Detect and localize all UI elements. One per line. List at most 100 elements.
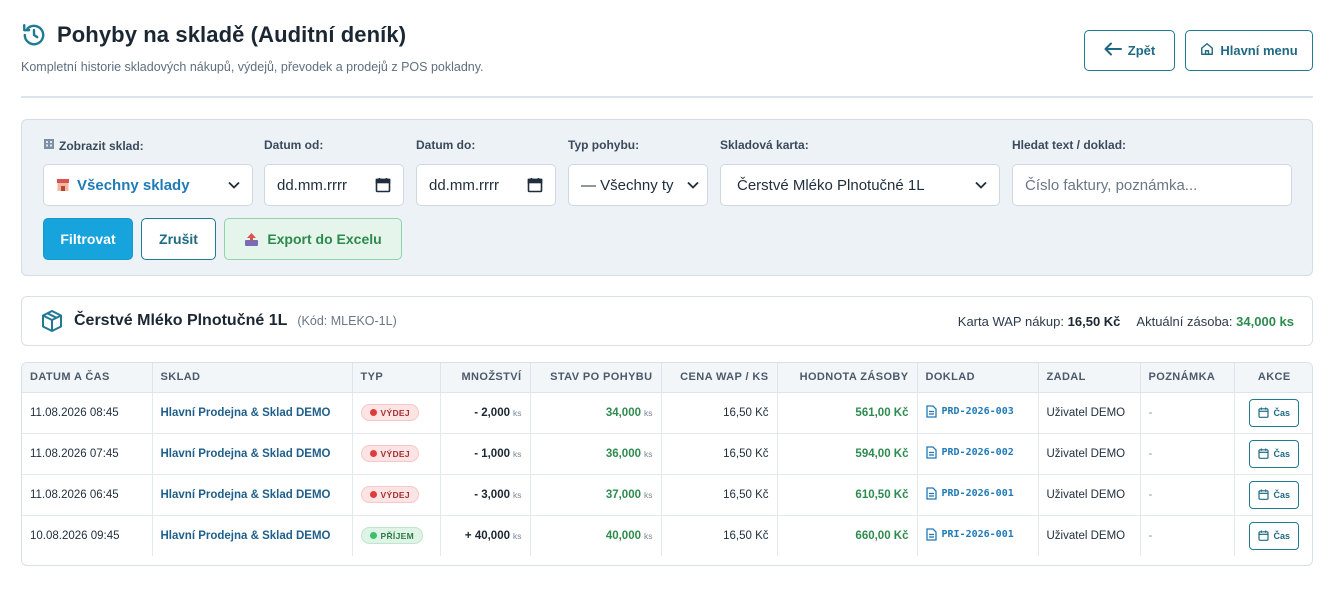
cell-quantity: - 2,000 ks [440, 392, 531, 434]
document-icon [925, 486, 937, 500]
filter-button[interactable]: Filtrovat [43, 218, 133, 260]
store-link[interactable]: Hlavní Prodejna & Sklad DEMO [161, 530, 331, 542]
stock-card-value: Čerstvé Mléko Plnotučné 1L [737, 176, 925, 194]
calendar-icon[interactable] [527, 177, 543, 193]
main-menu-button[interactable]: Hlavní menu [1185, 30, 1313, 71]
status-dot-icon [369, 409, 377, 416]
unit-label: ks [513, 448, 522, 459]
col-header-note[interactable]: POZNÁMKA [1140, 363, 1235, 393]
type-badge: VÝDEJ [360, 404, 419, 421]
col-header-store[interactable]: SKLAD [152, 363, 353, 393]
type-badge-label: PŘÍJEM [380, 530, 414, 541]
date-from-label: Datum od: [264, 138, 324, 152]
cancel-button[interactable]: Zrušit [141, 218, 216, 260]
time-action-button[interactable]: Čas [1249, 398, 1300, 427]
home-icon [1200, 42, 1214, 59]
col-header-datetime[interactable]: DATUM A ČAS [22, 363, 153, 393]
date-from-input[interactable]: dd.mm.rrrr [264, 164, 404, 206]
stock-value-amount: 660,00 Kč [855, 529, 909, 542]
unit-label: ks [644, 530, 653, 541]
cell-type: VÝDEJ [352, 433, 441, 475]
stock-label: Aktuální zásoba: [1136, 313, 1233, 329]
cell-note: - [1140, 474, 1235, 516]
cell-balance: 36,000 ks [530, 433, 662, 475]
upload-icon [244, 232, 259, 247]
export-excel-button[interactable]: Export do Excelu [224, 218, 402, 260]
quantity-value: + 40,000 [464, 529, 510, 542]
document-link[interactable]: PRD-2026-001 [925, 486, 1014, 500]
back-button[interactable]: Zpět [1084, 30, 1175, 71]
store-link[interactable]: Hlavní Prodejna & Sklad DEMO [161, 407, 331, 419]
stock-card-label: Skladová karta: [720, 138, 809, 152]
store-select[interactable]: Všechny sklady [43, 164, 253, 206]
date-from-value: dd.mm.rrrr [277, 176, 347, 194]
cell-note: - [1140, 392, 1235, 434]
document-number: PRD-2026-003 [941, 405, 1014, 417]
export-button-label: Export do Excelu [267, 231, 382, 247]
main-menu-label: Hlavní menu [1220, 43, 1298, 58]
calendar-icon [1258, 448, 1270, 459]
document-link[interactable]: PRI-2026-001 [925, 528, 1014, 541]
time-action-label: Čas [1273, 530, 1290, 541]
store-link[interactable]: Hlavní Prodejna & Sklad DEMO [161, 489, 331, 501]
store-link[interactable]: Hlavní Prodejna & Sklad DEMO [161, 448, 331, 460]
col-header-document[interactable]: DOKLAD [917, 363, 1039, 393]
document-link[interactable]: PRD-2026-003 [925, 404, 1014, 418]
col-header-wap[interactable]: CENA WAP / KS [661, 363, 778, 393]
date-to-label: Datum do: [416, 138, 476, 152]
document-icon [925, 528, 937, 541]
col-header-value[interactable]: HODNOTA ZÁSOBY [777, 363, 918, 393]
cell-type: VÝDEJ [352, 392, 441, 434]
unit-label: ks [644, 489, 653, 500]
store-filter-label-text: Zobrazit sklad: [59, 138, 144, 153]
document-number: PRI-2026-001 [941, 528, 1014, 540]
col-header-quantity[interactable]: MNOŽSTVÍ [440, 363, 531, 393]
cell-balance: 40,000 ks [530, 515, 662, 556]
time-action-button[interactable]: Čas [1249, 521, 1300, 550]
col-header-actions: AKCE [1234, 363, 1312, 393]
movement-type-select[interactable]: — Všechny ty [568, 164, 708, 206]
type-badge: VÝDEJ [360, 445, 419, 462]
cell-wap: 16,50 Kč [661, 515, 778, 556]
store-filter-label: Zobrazit sklad: [43, 138, 144, 153]
cell-quantity: + 40,000 ks [440, 515, 531, 556]
filter-panel: Zobrazit sklad: Všechny sklady Datum od:… [21, 119, 1313, 276]
status-dot-icon [369, 491, 377, 498]
cell-value: 594,00 Kč [777, 433, 918, 475]
cell-quantity: - 3,000 ks [440, 474, 531, 516]
balance-value: 37,000 [605, 488, 641, 501]
document-icon [925, 445, 937, 459]
page-title: Pohyby na skladě (Auditní deník) [57, 22, 407, 47]
cell-user: Uživatel DEMO [1038, 474, 1141, 516]
col-header-balance[interactable]: STAV PO POHYBU [530, 363, 662, 393]
time-action-button[interactable]: Čas [1249, 480, 1300, 509]
stock-card-select[interactable]: Čerstvé Mléko Plnotučné 1L [720, 164, 1000, 206]
time-action-button[interactable]: Čas [1249, 439, 1300, 468]
date-to-input[interactable]: dd.mm.rrrr [416, 164, 556, 206]
item-code: (Kód: MLEKO-1L) [297, 314, 397, 328]
shop-icon [56, 178, 70, 192]
status-dot-icon [369, 532, 377, 540]
cell-document: PRD-2026-001 [917, 474, 1039, 516]
calendar-icon[interactable] [375, 177, 391, 193]
cell-actions: Čas [1234, 392, 1312, 434]
document-link[interactable]: PRD-2026-002 [925, 445, 1014, 459]
calendar-icon [1258, 489, 1270, 500]
quantity-value: - 1,000 [474, 447, 510, 460]
document-icon [925, 404, 937, 418]
chevron-down-icon [687, 181, 699, 189]
search-input[interactable]: Číslo faktury, poznámka... [1012, 164, 1292, 206]
cell-document: PRI-2026-001 [917, 515, 1039, 556]
date-to-value: dd.mm.rrrr [429, 176, 499, 194]
cell-value: 660,00 Kč [777, 515, 918, 556]
movements-table: DATUM A ČAS SKLAD TYP MNOŽSTVÍ STAV PO P… [21, 362, 1313, 566]
balance-value: 34,000 [605, 406, 641, 419]
type-badge: VÝDEJ [360, 486, 419, 503]
stock-stat: Aktuální zásoba: 34,000 ks [1136, 314, 1294, 329]
table-row: 10.08.2026 09:45 Hlavní Prodejna & Sklad… [22, 515, 1312, 556]
col-header-type[interactable]: TYP [352, 363, 441, 393]
col-header-user[interactable]: ZADAL [1038, 363, 1141, 393]
cell-document: PRD-2026-003 [917, 392, 1039, 434]
cell-type: VÝDEJ [352, 474, 441, 516]
search-placeholder: Číslo faktury, poznámka... [1025, 176, 1198, 194]
